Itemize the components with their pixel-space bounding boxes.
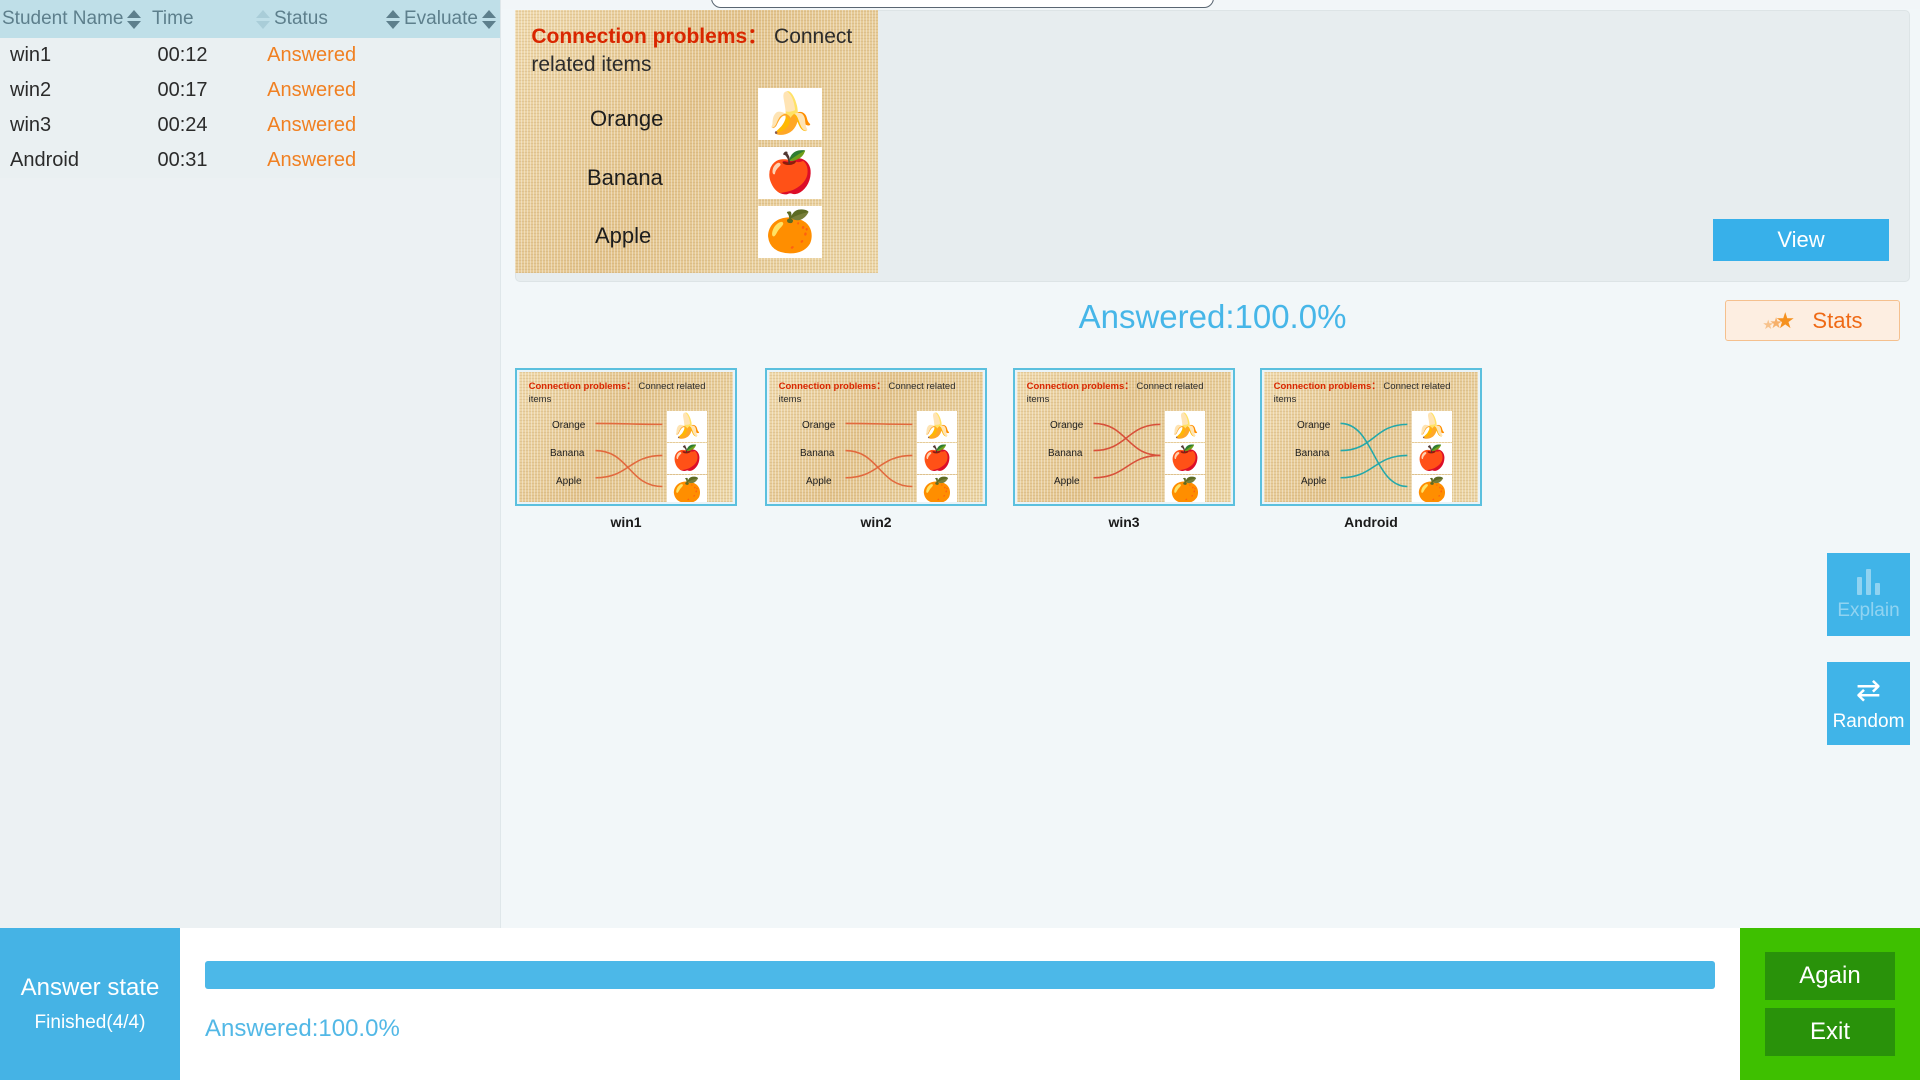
progress-panel: Answered:100.0% [180, 928, 1740, 1080]
answered-headline: Answered:100.0% [1078, 298, 1347, 335]
student-list-panel: Student Name Time Status Evaluate win1 0… [0, 0, 501, 933]
answer-state-panel: Answer state Finished(4/4) [0, 928, 180, 1080]
student-list-header: Student Name Time Status Evaluate [0, 0, 500, 38]
thumbnail-frame[interactable]: Connection problems： Connect related ite… [765, 368, 987, 506]
column-label-student-name: Student Name [2, 8, 124, 29]
stats-button-label: Stats [1812, 307, 1863, 333]
orange-glyph: 🍊 [765, 210, 815, 254]
thumbnail-caption: win3 [1108, 514, 1140, 530]
exit-button[interactable]: Exit [1765, 1008, 1895, 1056]
cell-status: Answered [267, 79, 357, 101]
list-item[interactable]: Connection problems： Connect related ite… [765, 368, 987, 530]
cell-time: 00:12 [157, 44, 208, 66]
column-label-status: Status [274, 8, 328, 29]
student-answer-thumbnails: Connection problems： Connect related ite… [515, 368, 1910, 533]
cell-status: Answered [267, 114, 357, 136]
list-item[interactable]: Connection problems： Connect related ite… [1013, 368, 1235, 530]
connection-lines [1093, 422, 1161, 479]
banana-glyph: 🍌 [765, 92, 815, 136]
thumbnail-frame[interactable]: Connection problems： Connect related ite… [515, 368, 737, 506]
answer-preview-image: Connection problems： Connect related ite… [1017, 372, 1231, 502]
footer-bar: Answer state Finished(4/4) Answered:100.… [0, 928, 1920, 1080]
progress-bar [205, 961, 1715, 989]
explain-button-label: Explain [1837, 600, 1900, 621]
list-item[interactable]: Connection problems： Connect related ite… [1260, 368, 1482, 530]
table-row[interactable]: win3 00:24 Answered [0, 108, 500, 143]
answer-preview-image: Connection problems： Connect related ite… [519, 372, 733, 502]
column-header-time[interactable]: Time [152, 8, 252, 30]
question-preview-image: Connection problems： Connect related ite… [515, 10, 878, 273]
list-item[interactable]: Connection problems： Connect related ite… [515, 368, 737, 530]
thumbnail-frame[interactable]: Connection problems： Connect related ite… [1013, 368, 1235, 506]
apple-glyph: 🍎 [765, 151, 815, 195]
thumbnail-caption: win1 [610, 514, 642, 530]
connection-lines [1340, 422, 1408, 488]
answer-state-title: Answer state [20, 974, 160, 1001]
explain-button[interactable]: Explain [1827, 553, 1910, 636]
column-header-status[interactable]: Status [252, 8, 382, 30]
progress-bar-fill [205, 961, 1715, 989]
bar-chart-icon [1857, 569, 1880, 595]
cell-student-name: win3 [10, 114, 52, 136]
again-button[interactable]: Again [1765, 952, 1895, 1000]
thumbnail-caption: Android [1344, 514, 1398, 530]
table-row[interactable]: Android 00:31 Answered [0, 143, 500, 178]
thumbnail-caption: win2 [860, 514, 892, 530]
column-label-evaluate: Evaluate [404, 8, 478, 29]
connection-lines [845, 422, 913, 488]
top-rounded-panel [711, 0, 1214, 8]
view-button[interactable]: View [1713, 219, 1889, 261]
cell-student-name: win1 [10, 44, 52, 66]
apple-image: 🍎 [758, 147, 822, 199]
cell-time: 00:31 [157, 149, 208, 171]
answer-review-screen: Student Name Time Status Evaluate win1 0… [0, 0, 1920, 1080]
stats-button[interactable]: ★ ★ ★ Stats [1725, 300, 1900, 341]
column-label-time: Time [152, 8, 194, 29]
student-list-body: win1 00:12 Answered win2 00:17 Answered … [0, 38, 500, 178]
sort-icon-status[interactable] [385, 9, 401, 29]
table-row[interactable]: win2 00:17 Answered [0, 73, 500, 108]
action-panel: Again Exit [1740, 928, 1920, 1080]
random-button-label: Random [1832, 711, 1905, 732]
table-row[interactable]: win1 00:12 Answered [0, 38, 500, 73]
progress-label: Answered:100.0% [205, 1015, 400, 1042]
answer-preview-image: Connection problems： Connect related ite… [769, 372, 983, 502]
shuffle-icon: ⇄ [1855, 674, 1882, 707]
stars-icon: ★ ★ ★ [1762, 307, 1796, 333]
cell-status: Answered [267, 149, 357, 171]
connection-lines [595, 422, 663, 488]
cell-student-name: win2 [10, 79, 52, 101]
question-left-item-2: Apple [595, 223, 652, 248]
banana-image: 🍌 [758, 88, 822, 140]
random-button[interactable]: ⇄ Random [1827, 662, 1910, 745]
thumbnail-frame[interactable]: Connection problems： Connect related ite… [1260, 368, 1482, 506]
question-title: Connection problems： Connect related ite… [531, 23, 861, 80]
column-header-evaluate[interactable]: Evaluate [382, 8, 500, 30]
question-left-item-0: Orange [590, 106, 664, 131]
answer-state-value: Finished(4/4) [34, 1012, 146, 1033]
column-header-student-name[interactable]: Student Name [2, 8, 152, 30]
cell-time: 00:17 [157, 79, 208, 101]
orange-image: 🍊 [758, 206, 822, 258]
sort-icon-student-name[interactable] [126, 9, 142, 29]
sort-icon-evaluate[interactable] [481, 9, 497, 29]
question-title-label: Connection problems： [531, 25, 769, 49]
answer-preview-image: Connection problems： Connect related ite… [1264, 372, 1478, 502]
cell-time: 00:24 [157, 114, 208, 136]
question-left-item-1: Banana [587, 165, 663, 190]
cell-status: Answered [267, 44, 357, 66]
sort-icon-time[interactable] [255, 9, 271, 29]
cell-student-name: Android [10, 149, 79, 171]
